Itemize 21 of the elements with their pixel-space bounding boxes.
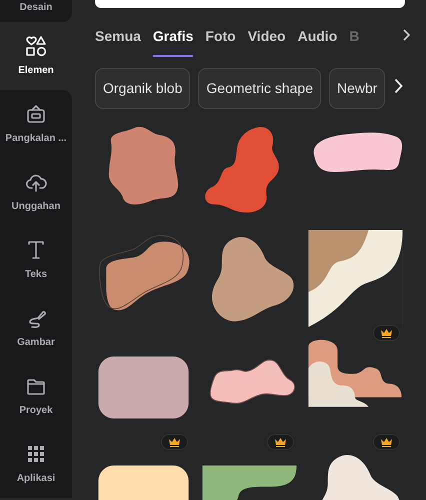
briefcase-icon (25, 102, 47, 124)
sidebar-item[interactable]: Desain (0, 0, 72, 22)
text-icon (25, 238, 47, 260)
chevron-right-icon[interactable] (402, 29, 410, 41)
shapes-icon (25, 34, 47, 56)
filter-chip[interactable]: Newbr (329, 68, 386, 109)
sidebar-item[interactable]: Gambar (0, 294, 72, 362)
sidebar-item[interactable]: Teks (0, 226, 72, 294)
sidebar-item[interactable]: Unggahan (0, 158, 72, 226)
category-tab[interactable]: Grafis (152, 26, 194, 57)
sidebar-item[interactable]: Pangkalan ... (0, 90, 72, 158)
sidebar-item[interactable]: Aplikasi (0, 430, 72, 498)
shape-graphic[interactable] (307, 230, 404, 327)
filter-chip[interactable]: Geometric shape (198, 68, 321, 109)
sidebar-item[interactable]: Proyek (0, 362, 72, 430)
category-tab[interactable]: Foto (205, 26, 236, 57)
category-tab[interactable]: Semua (95, 26, 141, 57)
search-field[interactable] (95, 0, 405, 8)
filter-chip[interactable]: Organik blob (95, 68, 190, 109)
category-tab[interactable]: Video (248, 26, 286, 57)
category-tab[interactable]: Audio (298, 26, 338, 57)
